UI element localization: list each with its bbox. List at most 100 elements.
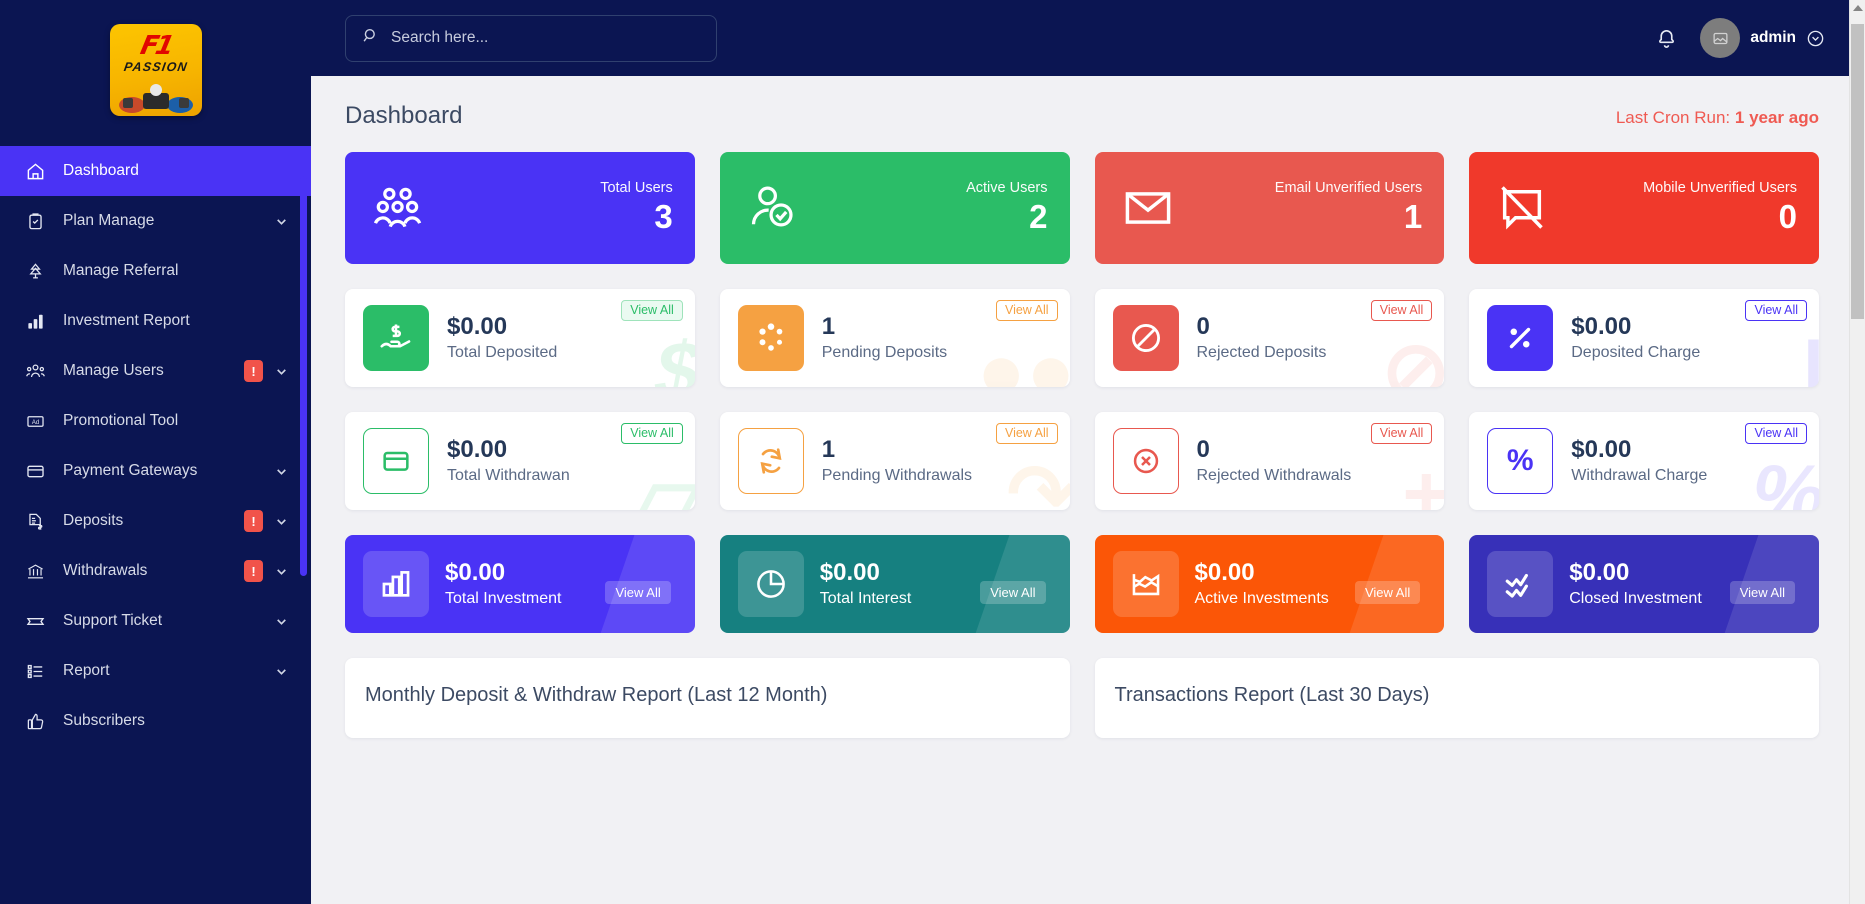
cron-label: Last Cron Run: — [1615, 108, 1731, 127]
view-all-button[interactable]: View All — [995, 300, 1058, 321]
view-all-button[interactable]: View All — [1370, 423, 1433, 444]
view-all-button[interactable]: View All — [995, 423, 1058, 444]
stat-card-mobile-unverified-users[interactable]: Mobile Unverified Users 0 — [1469, 152, 1819, 264]
search-input[interactable] — [391, 29, 700, 47]
status-badge: ! — [244, 510, 263, 532]
stat-cards-row: Total Users 3 Active Users 2 Email Unver… — [345, 152, 1819, 264]
stat-card-total-users[interactable]: Total Users 3 — [345, 152, 695, 264]
chevron-down-icon[interactable] — [275, 615, 289, 628]
clipboard-check-icon — [26, 212, 52, 231]
card-value: 1 — [821, 312, 836, 340]
chevron-down-icon[interactable] — [275, 665, 289, 678]
sidebar-item-manage-referral[interactable]: Manage Referral — [0, 246, 311, 296]
stat-value: 3 — [654, 198, 673, 236]
view-all-button[interactable]: View All — [1370, 300, 1433, 321]
card-total-interest[interactable]: $0.00 Total Interest View All — [719, 535, 1070, 633]
sidebar-nav: Dashboard Plan Manage Manage Referral In… — [0, 146, 311, 746]
card-label: Pending Deposits — [821, 344, 948, 362]
card-label: Pending Withdrawals — [821, 467, 973, 485]
stat-label: Total Users — [600, 180, 673, 197]
card-text: $0.00 Total Investment — [445, 559, 562, 608]
sidebar-item-label: Manage Users — [63, 362, 164, 379]
view-all-button[interactable]: View All — [621, 300, 683, 321]
card-value: $0.00 — [1569, 558, 1630, 586]
sidebar-item-report[interactable]: Report — [0, 646, 311, 696]
refresh-cycle-icon — [737, 428, 804, 494]
sidebar-item-deposits[interactable]: Deposits ! — [0, 496, 311, 546]
sidebar-item-manage-users[interactable]: Manage Users ! — [0, 346, 311, 396]
brand-logo[interactable]: F1 PASSION — [0, 0, 311, 146]
logo-passion-text: PASSION — [122, 60, 189, 74]
chevron-down-icon[interactable] — [275, 465, 289, 478]
card-rejected-deposits[interactable]: View All 0 Rejected Deposits ⊘ — [1094, 289, 1445, 387]
bar-chart-box-icon — [363, 551, 429, 617]
stat-card-active-users[interactable]: Active Users 2 — [719, 152, 1070, 264]
sidebar-item-support-ticket[interactable]: Support Ticket — [0, 596, 311, 646]
pie-chart-icon — [737, 551, 804, 617]
reports-row: Monthly Deposit & Withdraw Report (Last … — [345, 658, 1819, 738]
dashboard-content: Dashboard Last Cron Run: 1 year ago Tota… — [311, 76, 1865, 738]
card-label: Closed Investment — [1569, 590, 1702, 608]
browser-scrollbar[interactable] — [1849, 0, 1865, 904]
sidebar-item-subscribers[interactable]: Subscribers — [0, 696, 311, 746]
view-all-button[interactable]: View All — [621, 423, 683, 444]
card-value: 1 — [821, 435, 836, 463]
chevron-down-icon[interactable] — [275, 365, 289, 378]
notification-bell-icon[interactable] — [1655, 27, 1678, 50]
spinner-dots-icon — [737, 305, 804, 371]
view-all-button[interactable]: View All — [1745, 300, 1807, 321]
panel-monthly-deposit-withdraw-report: Monthly Deposit & Withdraw Report (Last … — [345, 658, 1070, 738]
browser-scrollbar-thumb[interactable] — [1851, 24, 1864, 319]
sidebar-item-label: Payment Gateways — [63, 462, 198, 479]
chevron-down-circle-icon[interactable] — [1806, 29, 1825, 48]
main-area: admin Dashboard Last Cron Run: 1 year ag… — [311, 0, 1865, 904]
chevron-down-icon[interactable] — [275, 565, 289, 578]
sidebar-item-label: Promotional Tool — [63, 412, 179, 429]
card-total-withdrawan[interactable]: View All $0.00 Total Withdrawan ▱ — [345, 412, 695, 510]
card-pending-deposits[interactable]: View All 1 Pending Deposits ●● — [719, 289, 1070, 387]
sidebar-scrollbar-thumb[interactable] — [300, 176, 307, 576]
sidebar-item-plan-manage[interactable]: Plan Manage — [0, 196, 311, 246]
last-cron-run: Last Cron Run: 1 year ago — [1616, 108, 1819, 128]
view-all-button[interactable]: View All — [980, 580, 1046, 604]
card-total-investment[interactable]: $0.00 Total Investment View All — [345, 535, 695, 633]
view-all-button[interactable]: View All — [1354, 580, 1421, 604]
card-value: $0.00 — [1571, 312, 1632, 340]
chevron-down-icon[interactable] — [275, 215, 289, 228]
stat-card-email-unverified-users[interactable]: Email Unverified Users 1 — [1094, 152, 1445, 264]
search-icon — [362, 27, 379, 49]
scroll-up-arrow-icon[interactable] — [1853, 5, 1863, 11]
card-withdrawal-charge[interactable]: View All % $0.00 Withdrawal Charge % — [1469, 412, 1819, 510]
percent-icon — [1487, 305, 1554, 371]
card-text: 1 Pending Withdrawals — [821, 435, 973, 485]
card-outline-icon — [363, 428, 429, 494]
sidebar-item-promotional-tool[interactable]: Ad Promotional Tool — [0, 396, 311, 446]
sidebar-item-dashboard[interactable]: Dashboard — [0, 146, 311, 196]
sidebar-item-label: Subscribers — [63, 712, 145, 729]
user-check-icon — [744, 182, 802, 234]
view-all-button[interactable]: View All — [605, 580, 671, 604]
card-text: 0 Rejected Deposits — [1197, 313, 1327, 362]
sidebar-item-payment-gateways[interactable]: Payment Gateways — [0, 446, 311, 496]
search-box[interactable] — [345, 14, 717, 62]
card-rejected-withdrawals[interactable]: View All 0 Rejected Withdrawals + — [1094, 412, 1445, 510]
card-active-investments[interactable]: $0.00 Active Investments View All — [1094, 535, 1445, 633]
chevron-down-icon[interactable] — [275, 515, 289, 528]
card-text: $0.00 Closed Investment — [1569, 558, 1702, 608]
user-menu[interactable]: admin — [1700, 18, 1825, 58]
card-closed-investment[interactable]: $0.00 Closed Investment View All — [1469, 535, 1819, 633]
card-total-deposited[interactable]: View All $0.00 Total Deposited $ — [345, 289, 695, 387]
list-report-icon — [26, 662, 52, 681]
sidebar-item-investment-report[interactable]: Investment Report — [0, 296, 311, 346]
top-header: admin — [311, 0, 1865, 76]
sidebar-item-withdrawals[interactable]: Withdrawals ! — [0, 546, 311, 596]
home-icon — [26, 162, 52, 181]
logo-f1-text: F1 — [137, 31, 174, 61]
withdrawal-cards-row: View All $0.00 Total Withdrawan ▱ View A… — [345, 412, 1819, 510]
card-deposited-charge[interactable]: View All $0.00 Deposited Charge | — [1469, 289, 1819, 387]
view-all-button[interactable]: View All — [1729, 580, 1795, 604]
hand-dollar-icon — [363, 305, 429, 371]
card-text: 1 Pending Deposits — [821, 312, 948, 362]
card-pending-withdrawals[interactable]: View All 1 Pending Withdrawals ↷ — [719, 412, 1070, 510]
view-all-button[interactable]: View All — [1745, 423, 1807, 444]
